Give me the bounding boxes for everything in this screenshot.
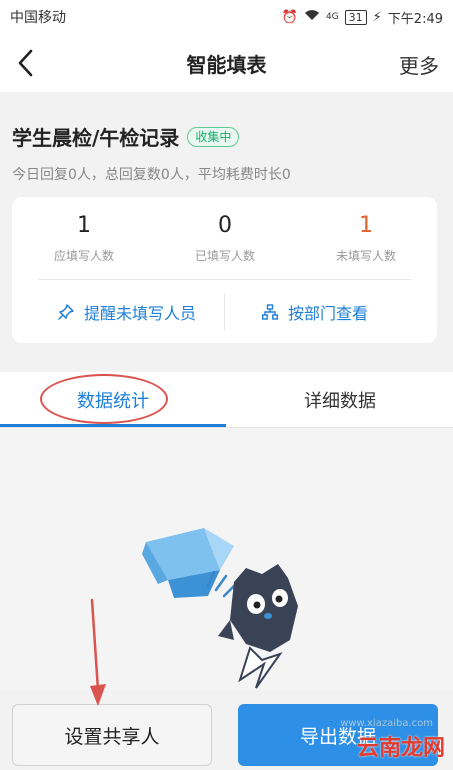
pin-icon bbox=[58, 304, 74, 320]
paper-plane-illustration bbox=[142, 528, 234, 598]
stat-value: 1 bbox=[77, 213, 91, 238]
share-label: 设置共享人 bbox=[64, 725, 160, 748]
tab-bar: 数据统计 详细数据 bbox=[0, 372, 453, 428]
empty-state-illustration bbox=[142, 528, 298, 689]
annotation-arrow bbox=[90, 598, 106, 706]
divider bbox=[38, 279, 411, 280]
stat-label: 未填写人数 bbox=[335, 249, 396, 263]
tab-details[interactable]: 详细数据 bbox=[227, 372, 453, 428]
set-sharer-button[interactable]: 设置共享人 bbox=[12, 704, 212, 766]
battery-icon: 31 bbox=[344, 9, 367, 25]
status-badge: 收集中 bbox=[187, 126, 240, 147]
charging-icon: ⚡ bbox=[372, 9, 382, 25]
clock: 下午2:49 bbox=[387, 11, 443, 27]
stat-label: 应填写人数 bbox=[53, 249, 114, 263]
form-title: 学生晨检/午检记录 bbox=[12, 126, 180, 150]
remind-label: 提醒未填写人员 bbox=[84, 304, 197, 323]
more-button[interactable]: 更多 bbox=[399, 50, 439, 79]
back-button[interactable] bbox=[14, 48, 38, 78]
active-tab-indicator bbox=[0, 424, 226, 427]
form-title-row: 学生晨检/午检记录 收集中 bbox=[12, 122, 240, 151]
view-by-department-button[interactable]: 按部门查看 bbox=[262, 297, 368, 327]
stat-value: 1 bbox=[359, 213, 373, 238]
alarm-icon: ⏰ bbox=[281, 9, 298, 25]
watermark-url: www.xiazaiba.com bbox=[340, 718, 433, 729]
status-bar: 中国移动 ⏰ 4G 31 ⚡ 下午2:49 bbox=[0, 0, 453, 34]
annotation-circle bbox=[40, 374, 168, 424]
remind-unfilled-button[interactable]: 提醒未填写人员 bbox=[58, 297, 196, 327]
page-title: 智能填表 bbox=[186, 52, 267, 77]
network-type: 4G bbox=[325, 12, 339, 22]
navigation-bar: 智能填表 更多 bbox=[0, 34, 453, 92]
form-header: 学生晨检/午检记录 收集中 今日回复0人，总回复数0人，平均耗费时长0 1 应填… bbox=[0, 92, 453, 372]
by-department-label: 按部门查看 bbox=[288, 304, 369, 323]
stat-should-fill[interactable]: 1 应填写人数 bbox=[14, 211, 154, 264]
statistics-content bbox=[0, 428, 453, 690]
org-chart-icon bbox=[262, 304, 278, 320]
reply-summary: 今日回复0人，总回复数0人，平均耗费时长0 bbox=[12, 167, 291, 183]
stats-card: 1 应填写人数 0 已填写人数 1 未填写人数 提醒未填写人员 按部门查看 bbox=[12, 197, 437, 343]
chevron-left-icon bbox=[18, 49, 33, 77]
stat-unfilled[interactable]: 1 未填写人数 bbox=[296, 211, 436, 264]
stat-label: 已填写人数 bbox=[194, 249, 255, 263]
mascot-illustration bbox=[218, 564, 298, 689]
divider bbox=[224, 293, 225, 331]
carrier-name: 中国移动 bbox=[10, 10, 66, 26]
tab-label: 详细数据 bbox=[304, 391, 376, 412]
watermark: 云南龙网 bbox=[356, 736, 445, 761]
stat-value: 0 bbox=[218, 213, 232, 238]
wifi-icon bbox=[304, 9, 320, 25]
status-icons: ⏰ 4G 31 ⚡ 下午2:49 bbox=[282, 8, 443, 27]
stat-filled[interactable]: 0 已填写人数 bbox=[155, 211, 295, 264]
